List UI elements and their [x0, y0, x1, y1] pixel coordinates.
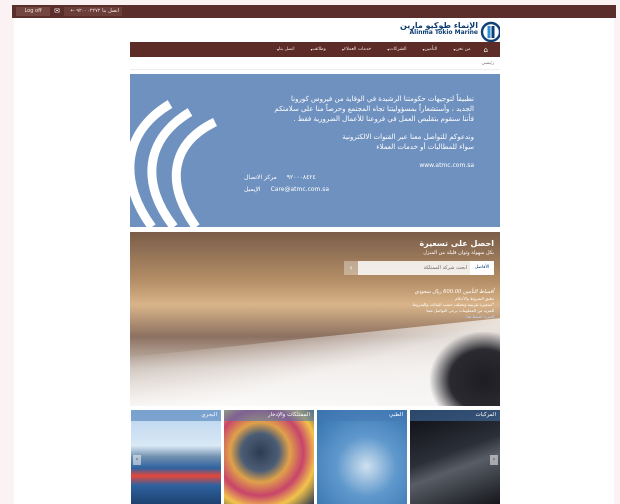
contact-link[interactable]: اتصل بنا ٩٢٠٠٠٢٢٧٢ ← — [64, 7, 122, 16]
nav-label: التأمين — [424, 47, 438, 52]
quote-panel: احصل على تسعيرة بكل سهولة وثوان قليلة من… — [344, 238, 494, 320]
chevron-down-icon: ▾ — [422, 47, 425, 52]
email-row: الإيميل Care@atmc.com.sa — [244, 184, 474, 196]
nav-item-customer-service[interactable]: خدمات العملاء ▾ — [333, 47, 378, 52]
top-bar: Log off ✉ اتصل بنا ٩٢٠٠٠٢٢٧٢ ← — [12, 5, 616, 18]
nav-item-contact[interactable]: اتصل بنا ▾ — [268, 47, 302, 52]
tile-label: المركبات — [410, 410, 500, 421]
phone-number[interactable]: ٩٢٠٠٠٨٤٢٤ — [287, 172, 316, 184]
hero-car-graphic — [430, 332, 500, 406]
nav-label: خدمات العملاء — [343, 47, 372, 52]
carousel-next-icon[interactable]: › — [490, 455, 498, 465]
logo-english: Alinma Tokio Marine — [409, 29, 478, 37]
nav-label: من نحن — [455, 47, 471, 52]
covid-message: تطبيقاً لتوجيهات حكومتنا الرشيدة في الوق… — [244, 94, 474, 196]
quote-submit-button[interactable]: ‹ — [344, 261, 358, 275]
covid-line: تطبيقاً لتوجيهات حكومتنا الرشيدة في الوق… — [291, 95, 474, 103]
breadcrumb[interactable]: رئيسي — [130, 58, 500, 70]
tile-label: الممتلكات والإدخار — [224, 410, 314, 421]
chevron-down-icon: ▾ — [310, 47, 313, 52]
chevron-down-icon: ▾ — [453, 47, 456, 52]
logo-text: الإنماء طوكيو مارين Alinma Tokio Marine — [400, 21, 478, 37]
chevron-down-icon: ▾ — [277, 47, 280, 52]
logo-mark-icon — [480, 21, 500, 43]
quote-title: احصل على تسعيرة — [419, 239, 494, 248]
covid-line: الجديد ، وأستشعاراً بمسؤوليتنا تجاه المج… — [274, 105, 474, 113]
quote-type-select[interactable]: الأفاضل — [470, 261, 494, 275]
nav-item-companies[interactable]: الشركات ▾ — [378, 47, 413, 52]
tile-medical[interactable]: الطبي — [317, 410, 407, 504]
nav-label: الشركات — [389, 47, 407, 52]
covid-line: وندعوكم للتواصل معنا عبر القنوات الالكتر… — [342, 133, 474, 141]
tile-property[interactable]: الممتلكات والإدخار — [224, 410, 314, 504]
quote-hero: احصل على تسعيرة بكل سهولة وثوان قليلة من… — [130, 232, 500, 406]
brand-lines-graphic — [130, 100, 218, 227]
price-line: أقساط التأمين 600.00 ريال سعودي — [414, 289, 494, 295]
nav-item-about[interactable]: من نحن ▾ — [444, 47, 477, 52]
chevron-down-icon: ▾ — [341, 47, 344, 52]
quote-form: ‹ ابحث شركة الممتلكة الأفاضل — [344, 261, 494, 275]
nav-label: وظائف — [312, 47, 326, 52]
mail-icon[interactable]: ✉ — [52, 7, 62, 16]
quote-search-input[interactable]: ابحث شركة الممتلكة — [358, 261, 470, 275]
website-link[interactable]: www.atmc.com.sa — [244, 160, 474, 172]
quote-subtitle: بكل سهولة وثوان قليلة من المنزل — [423, 250, 494, 256]
product-tiles: المركبات › الطبي الممتلكات والإدخار البح… — [130, 410, 500, 504]
page-sheet: الإنماء طوكيو مارين Alinma Tokio Marine … — [14, 18, 614, 504]
more-info-link[interactable]: للمزيد اضغط هنا — [344, 314, 494, 320]
home-icon[interactable]: ⌂ — [478, 46, 494, 54]
chevron-down-icon: ▾ — [387, 47, 390, 52]
tile-marine[interactable]: البحري ‹ — [131, 410, 221, 504]
tile-label: البحري — [131, 410, 221, 421]
email-address[interactable]: Care@atmc.com.sa — [271, 184, 330, 196]
covid-banner: تطبيقاً لتوجيهات حكومتنا الرشيدة في الوق… — [130, 74, 500, 227]
tile-vehicles[interactable]: المركبات › — [410, 410, 500, 504]
email-label: الإيميل — [244, 186, 261, 193]
main-nav: ⌂ من نحن ▾ التأمين ▾ الشركات ▾ خدمات العملا… — [130, 42, 500, 57]
carousel-prev-icon[interactable]: ‹ — [133, 455, 141, 465]
phone-row: مركز الاتصال ٩٢٠٠٠٨٤٢٤ — [244, 172, 474, 184]
covid-line: فأننا سنقوم بتقليص العمل في فروعنا للأعم… — [293, 115, 474, 123]
covid-line: سواء للمطالبات أو خدمات العملاء — [376, 143, 474, 151]
phone-label: مركز الاتصال — [244, 174, 277, 181]
logout-button[interactable]: Log off — [16, 7, 50, 16]
nav-item-careers[interactable]: وظائف ▾ — [302, 47, 333, 52]
tile-label: الطبي — [317, 410, 407, 421]
nav-label: اتصل بنا — [279, 47, 295, 52]
nav-item-insurance[interactable]: التأمين ▾ — [414, 47, 445, 52]
